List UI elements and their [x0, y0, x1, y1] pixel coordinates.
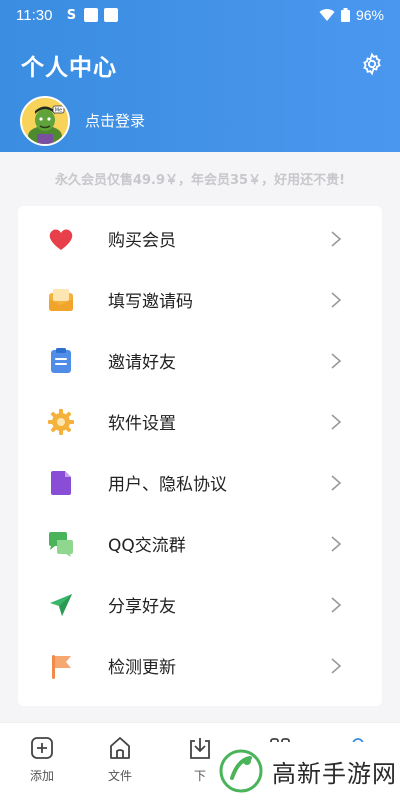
- nav-add[interactable]: 添加: [12, 735, 72, 784]
- chevron-right-icon: [331, 474, 342, 491]
- menu-item-label: 邀请好友: [108, 353, 176, 373]
- login-link[interactable]: 点击登录: [85, 110, 145, 131]
- menu-item-label: 购买会员: [108, 231, 176, 251]
- watermark-text: 高新手游网: [272, 759, 397, 788]
- menu-item-label: 填写邀请码: [108, 292, 193, 312]
- notification-square-icon: [104, 8, 119, 22]
- chevron-right-icon: [331, 230, 342, 247]
- nav-label: 添加: [29, 769, 54, 783]
- chevron-right-icon: [331, 596, 342, 613]
- document-icon: [51, 470, 71, 495]
- status-notification-icons: S: [64, 7, 119, 23]
- menu-item-label: 软件设置: [108, 414, 176, 434]
- wifi-icon: [319, 9, 335, 21]
- settings-gear-icon[interactable]: [360, 52, 384, 76]
- menu-item-enter-invite-code[interactable]: 填写邀请码: [18, 269, 382, 330]
- membership-promo-text: 永久会员仅售49.9￥，年会员35￥，好用还不贵!: [54, 172, 346, 188]
- menu-item-label: QQ交流群: [108, 536, 186, 556]
- watermark: 高新手游网: [210, 742, 400, 800]
- flag-icon: [52, 654, 71, 679]
- envelope-icon: [49, 288, 73, 311]
- menu-item-buy-membership[interactable]: 购买会员: [18, 208, 382, 269]
- clipboard-icon: [51, 347, 71, 373]
- menu-item-label: 分享好友: [108, 597, 176, 617]
- chevron-right-icon: [331, 657, 342, 674]
- chevron-right-icon: [331, 535, 342, 552]
- chevron-right-icon: [331, 352, 342, 369]
- add-icon: [31, 737, 53, 759]
- menu-item-software-settings[interactable]: 软件设置: [18, 391, 382, 452]
- chat-icon: [49, 531, 73, 557]
- hulk-avatar-icon: Me: [22, 98, 68, 144]
- nav-files[interactable]: 文件: [90, 735, 150, 784]
- notification-s-icon: S: [66, 7, 77, 23]
- menu-item-label: 用户、隐私协议: [108, 475, 227, 495]
- menu-item-qq-group[interactable]: QQ交流群: [18, 513, 382, 574]
- menu-item-check-update[interactable]: 检测更新: [18, 635, 382, 696]
- send-icon: [50, 593, 72, 616]
- heart-icon: [49, 228, 73, 250]
- battery-icon: [340, 8, 350, 22]
- status-bar: 11:30 S 96%: [0, 0, 400, 30]
- status-time: 11:30: [16, 6, 53, 24]
- status-system-icons: 96%: [319, 7, 384, 23]
- chevron-right-icon: [331, 413, 342, 430]
- notification-square-icon: [84, 8, 99, 22]
- chevron-right-icon: [331, 291, 342, 308]
- battery-percent: 96%: [355, 7, 384, 23]
- download-icon: [190, 738, 210, 759]
- header: 11:30 S 96% 个人中心 Me 点击登录: [0, 0, 400, 152]
- home-icon: [110, 737, 130, 759]
- menu-item-share-friends[interactable]: 分享好友: [18, 574, 382, 635]
- avatar-speech-text: Me: [55, 108, 62, 114]
- avatar[interactable]: Me: [20, 96, 70, 146]
- page-title: 个人中心: [21, 55, 117, 81]
- nav-label: 文件: [107, 769, 132, 783]
- nav-label: 下: [193, 769, 206, 783]
- menu-item-privacy-agreement[interactable]: 用户、隐私协议: [18, 452, 382, 513]
- menu-item-invite-friends[interactable]: 邀请好友: [18, 330, 382, 391]
- gear-icon: [48, 408, 74, 435]
- menu-item-label: 检测更新: [108, 658, 176, 678]
- watermark-logo-icon: [219, 749, 263, 793]
- menu-card: 购买会员 填写邀请码 邀请好友 软件设置 用户、隐私协议 QQ交流群 分享好友 …: [18, 206, 382, 706]
